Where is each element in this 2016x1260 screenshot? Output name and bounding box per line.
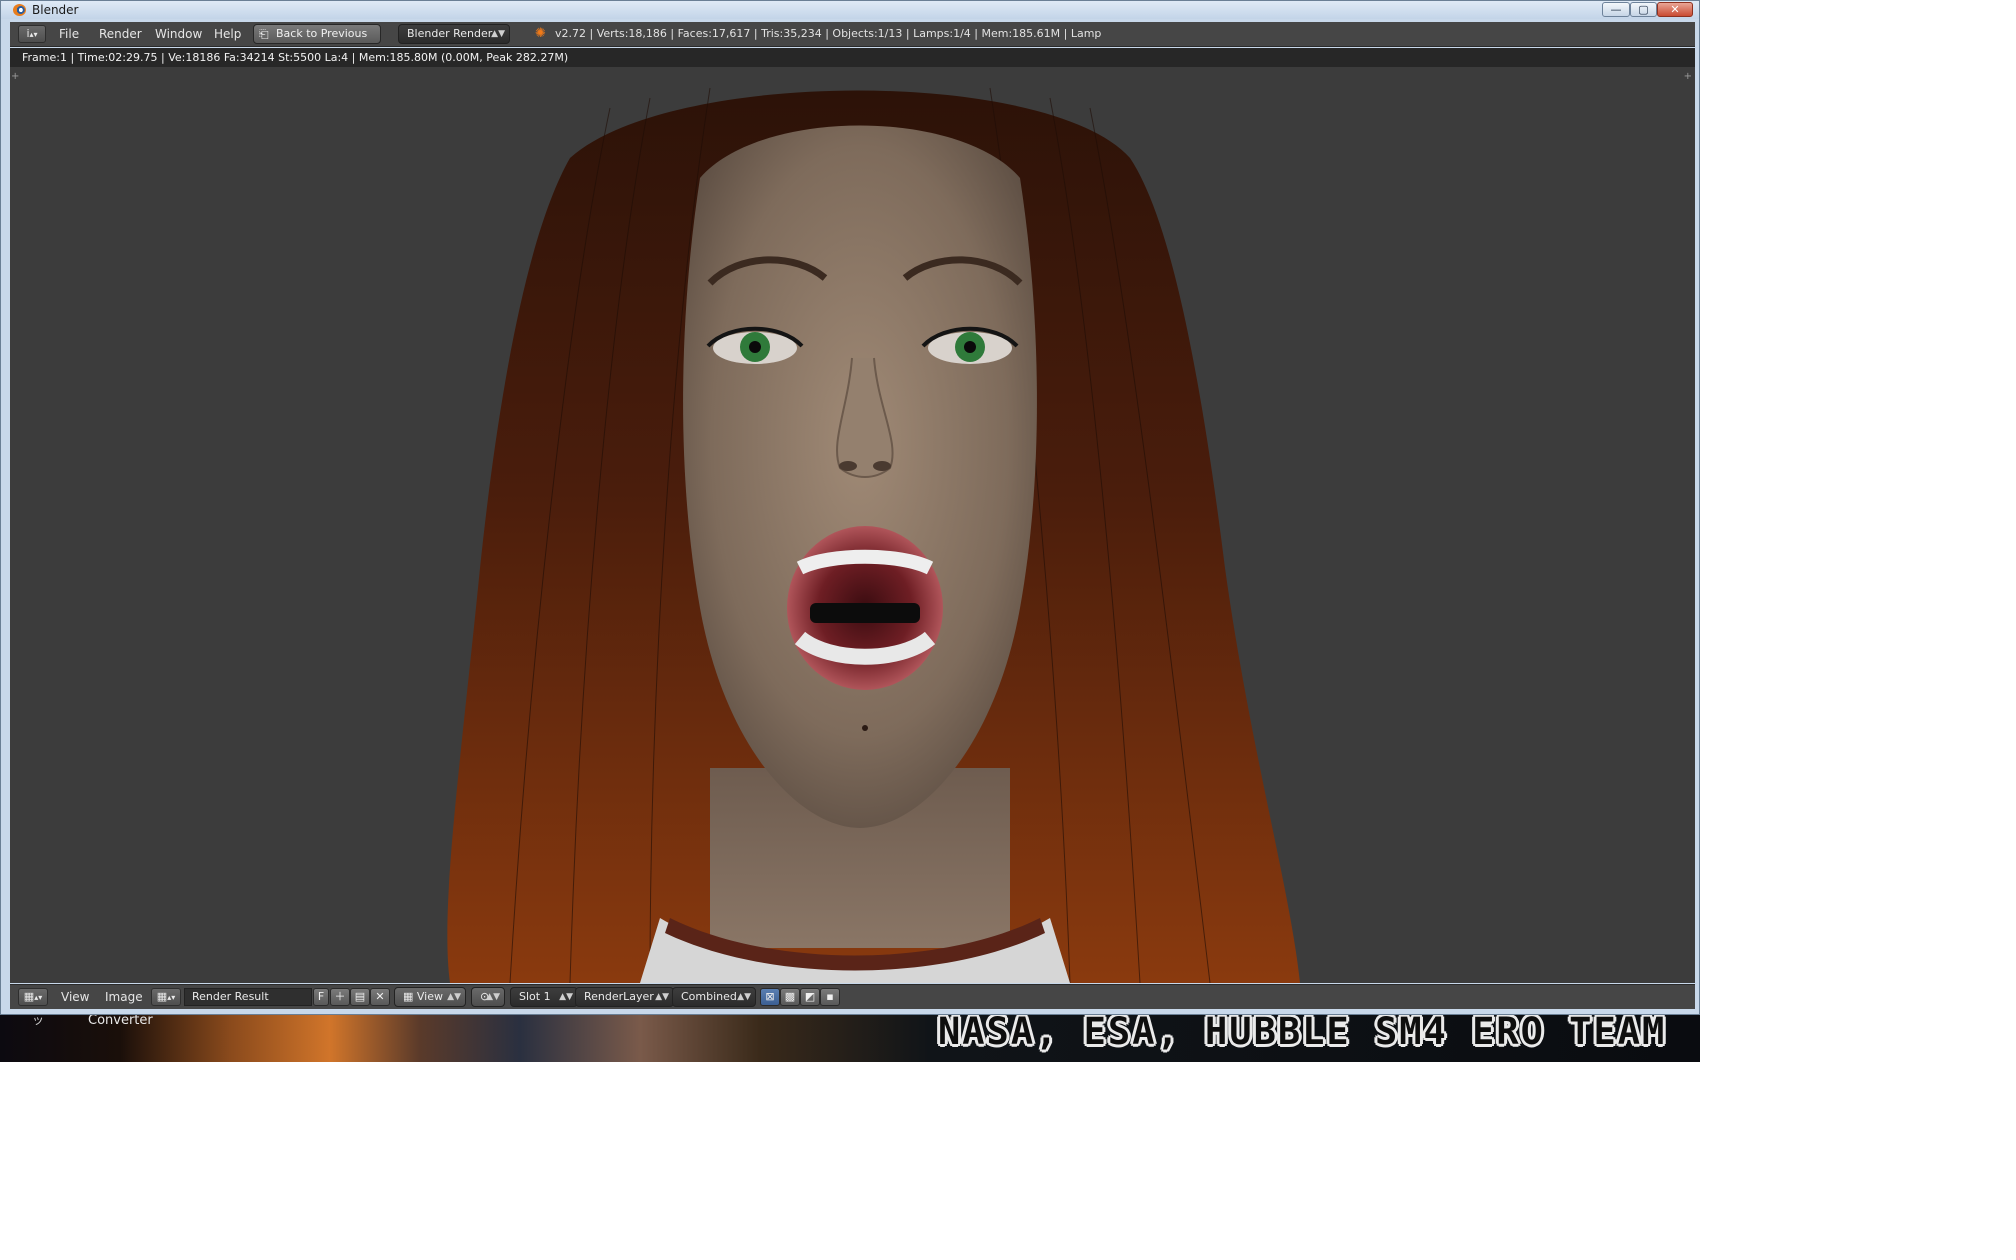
area-split-corner-left[interactable]: + <box>11 71 19 82</box>
render-info-overlay: Frame:1 | Time:02:29.75 | Ve:18186 Fa:34… <box>10 48 1695 67</box>
image-name-field[interactable]: Render Result <box>184 988 312 1006</box>
scene-stats: v2.72 | Verts:18,186 | Faces:17,617 | Tr… <box>555 27 1102 40</box>
view-select[interactable]: ▦ View ▲▼ <box>394 987 466 1007</box>
close-button[interactable]: ✕ <box>1657 2 1693 17</box>
blender-logo-icon <box>13 4 26 16</box>
pivot-select-icon[interactable]: ⊙ ▲▼ <box>471 987 505 1007</box>
render-pass-select[interactable]: Combined ▲▼ <box>672 987 756 1007</box>
fake-user-button[interactable]: F <box>313 988 329 1006</box>
editor-type-image-icon[interactable]: ▦▴▾ <box>18 988 48 1006</box>
draw-channels-icon[interactable]: ▪ <box>820 988 840 1006</box>
draw-alpha-icon[interactable]: ▩ <box>780 988 800 1006</box>
back-to-previous-button[interactable]: ⎗ Back to Previous <box>253 24 381 44</box>
draw-zbuffer-icon[interactable]: ◩ <box>800 988 820 1006</box>
desktop-icon-label[interactable]: Converter <box>88 1013 153 1028</box>
menu-image[interactable]: Image <box>105 990 143 1004</box>
updown-arrow-icon: ▲▼ <box>655 992 669 1002</box>
render-engine-label: Blender Render <box>407 27 493 40</box>
render-engine-icon: ✺ <box>535 26 546 41</box>
render-result-image <box>447 87 1300 983</box>
render-layer-label: RenderLayer <box>584 990 654 1003</box>
window-titlebar[interactable]: Blender — ▢ ✕ <box>1 1 1699 19</box>
minimize-button[interactable]: — <box>1602 2 1630 17</box>
menu-window[interactable]: Window <box>155 27 202 41</box>
maximize-button[interactable]: ▢ <box>1630 2 1657 17</box>
open-image-icon[interactable]: ▤ <box>350 988 370 1006</box>
info-header: i▴▾ File Render Window Help ⎗ Back to Pr… <box>10 22 1695 47</box>
menu-render[interactable]: Render <box>99 27 142 41</box>
slot-select[interactable]: Slot 1 ▲▼ <box>510 987 578 1007</box>
updown-arrow-icon: ▲▼ <box>559 992 573 1002</box>
new-image-icon[interactable]: ＋ <box>330 988 350 1006</box>
updown-arrow-icon: ▲▼ <box>737 992 751 1002</box>
unlink-image-icon[interactable]: ✕ <box>370 988 390 1006</box>
image-editor-header: ▦▴▾ View Image ▦▴▾ Render Result F ＋ ▤ ✕… <box>10 984 1695 1009</box>
menu-help[interactable]: Help <box>214 27 241 41</box>
updown-arrow-icon: ▲▼ <box>447 992 461 1002</box>
view-mode-icon: ▦ <box>403 990 417 1003</box>
blender-window: Blender — ▢ ✕ i▴▾ File Render Window Hel… <box>0 0 1700 1015</box>
editor-type-info-icon[interactable]: i▴▾ <box>18 25 46 43</box>
menu-view[interactable]: View <box>61 990 89 1004</box>
view-select-label: View <box>416 990 443 1003</box>
updown-arrow-icon: ▲▼ <box>491 29 505 39</box>
render-engine-select[interactable]: Blender Render ▲▼ <box>398 24 510 44</box>
slot-select-label: Slot 1 <box>519 990 551 1003</box>
image-browse-icon[interactable]: ▦▴▾ <box>151 988 181 1006</box>
window-title: Blender <box>32 3 79 17</box>
area-split-corner-right[interactable]: + <box>1684 71 1692 82</box>
image-editor-area[interactable]: Frame:1 | Time:02:29.75 | Ve:18186 Fa:34… <box>10 48 1695 983</box>
back-icon: ⎗ <box>259 27 269 41</box>
render-pass-label: Combined <box>681 990 737 1003</box>
menu-file[interactable]: File <box>59 27 79 41</box>
draw-image-and-alpha-icon[interactable]: ⊠ <box>760 988 780 1006</box>
wallpaper-credit-text: NASA, ESA, HUBBLE SM4 ERO TEAM <box>938 1010 1667 1053</box>
back-to-previous-label: Back to Previous <box>276 27 368 40</box>
render-layer-select[interactable]: RenderLayer ▲▼ <box>575 987 674 1007</box>
